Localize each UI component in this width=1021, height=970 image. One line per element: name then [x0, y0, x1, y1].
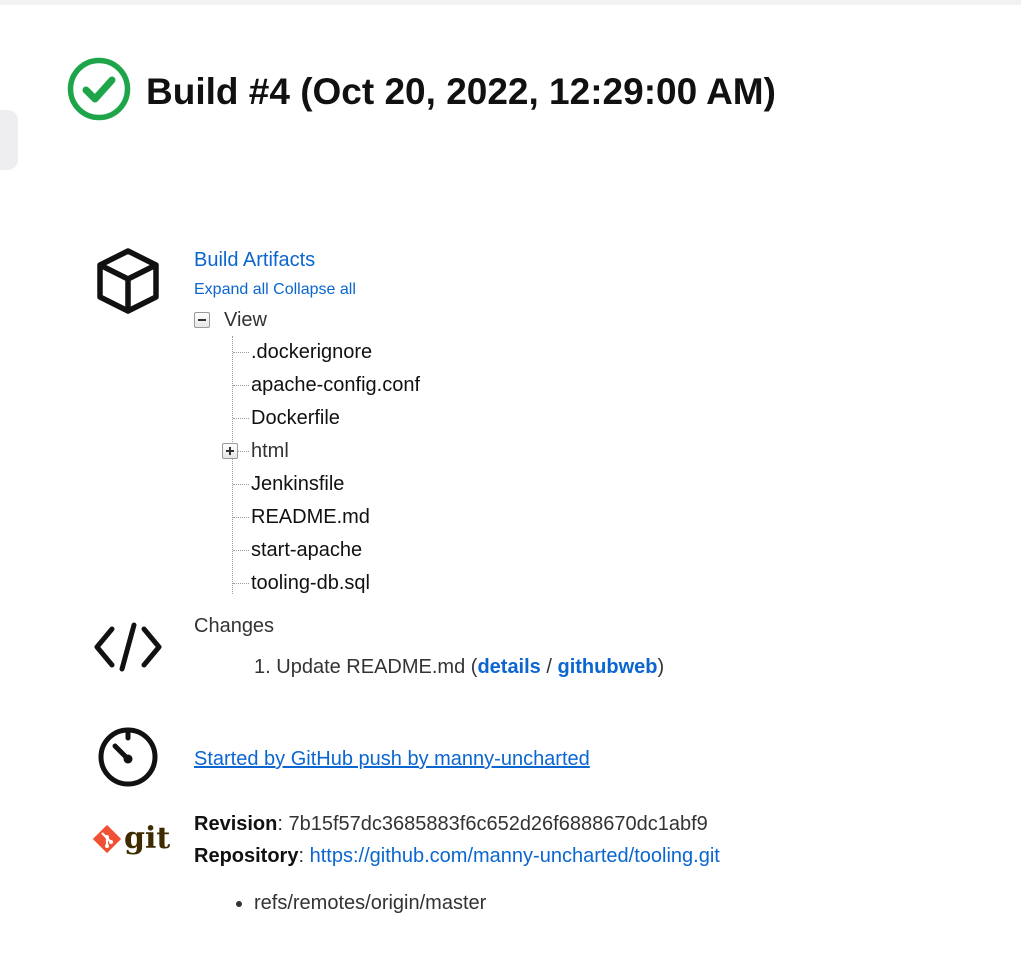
artifact-tree: View .dockerignore apache-config.conf Do…	[194, 304, 420, 594]
page-title: Build #4 (Oct 20, 2022, 12:29:00 AM)	[146, 70, 776, 112]
change-entry: 1. Update README.md (details / githubweb…	[254, 656, 665, 678]
artifact-item[interactable]: tooling-db.sql	[233, 567, 420, 600]
artifact-item[interactable]: start-apache	[233, 534, 420, 567]
artifact-name[interactable]: README.md	[251, 506, 370, 528]
git-logo: git	[92, 824, 170, 854]
cause-body: Started by GitHub push by manny-uncharte…	[194, 748, 590, 771]
revision-hash: 7b15f57dc3685883f6c652d26f6888670dc1abf9	[288, 813, 708, 835]
artifact-name[interactable]: tooling-db.sql	[251, 572, 370, 594]
tree-children: .dockerignore apache-config.conf Dockerf…	[222, 336, 420, 594]
details-link[interactable]: details	[477, 656, 540, 678]
folder-name[interactable]: html	[251, 440, 289, 462]
git-details: Revision: 7b15f57dc3685883f6c652d26f6888…	[194, 808, 720, 872]
tree-root: View	[194, 304, 420, 336]
package-cube-icon	[90, 246, 166, 321]
timer-icon	[95, 724, 161, 795]
top-bar	[0, 0, 1021, 5]
expand-all-link[interactable]: Expand all	[194, 281, 269, 298]
build-header: Build #4 (Oct 20, 2022, 12:29:00 AM)	[66, 56, 776, 127]
artifact-item[interactable]: apache-config.conf	[233, 369, 420, 402]
git-body: Revision: 7b15f57dc3685883f6c652d26f6888…	[194, 808, 720, 915]
collapse-toggle-icon[interactable]	[194, 312, 210, 328]
artifact-name[interactable]: Dockerfile	[251, 407, 340, 429]
repository-link[interactable]: https://github.com/manny-uncharted/tooli…	[310, 845, 720, 867]
tree-root-label[interactable]: View	[224, 309, 267, 332]
changes-list: 1. Update README.md (details / githubweb…	[194, 656, 664, 679]
success-check-icon	[66, 56, 132, 127]
artifact-item[interactable]: .dockerignore	[233, 336, 420, 369]
expand-toggle-icon[interactable]	[222, 443, 238, 459]
collapse-all-link[interactable]: Collapse all	[273, 281, 356, 298]
artifact-folder[interactable]: html	[222, 435, 420, 468]
code-icon	[92, 622, 164, 677]
artifact-name[interactable]: .dockerignore	[251, 341, 372, 363]
artifact-name[interactable]: start-apache	[251, 539, 362, 561]
changes-body: Changes 1. Update README.md (details / g…	[194, 612, 664, 679]
revision-label: Revision	[194, 813, 278, 835]
artifact-name[interactable]: Jenkinsfile	[251, 473, 344, 495]
artifacts-body: Build Artifacts Expand all Collapse all …	[194, 246, 420, 594]
revision-row: Revision: 7b15f57dc3685883f6c652d26f6888…	[194, 813, 708, 835]
git-logo-text: git	[124, 821, 171, 856]
ref-item: refs/remotes/origin/master	[254, 892, 720, 915]
change-message: Update README.md	[276, 656, 466, 678]
artifact-item[interactable]: README.md	[233, 501, 420, 534]
changes-title: Changes	[194, 615, 275, 637]
artifact-name[interactable]: apache-config.conf	[251, 374, 420, 396]
githubweb-link[interactable]: githubweb	[557, 656, 657, 678]
side-panel-toggle[interactable]	[0, 110, 18, 170]
link-separator: /	[546, 656, 552, 678]
repository-row: Repository: https://github.com/manny-unc…	[194, 845, 720, 867]
repository-label: Repository	[194, 845, 299, 867]
started-by-link[interactable]: Started by GitHub push by manny-uncharte…	[194, 748, 590, 770]
artifact-item[interactable]: Jenkinsfile	[233, 468, 420, 501]
build-artifacts-link[interactable]: Build Artifacts	[194, 246, 420, 274]
artifact-item[interactable]: Dockerfile	[233, 402, 420, 435]
refs-list: refs/remotes/origin/master	[194, 892, 720, 915]
tree-controls: Expand all Collapse all	[194, 280, 420, 300]
change-number: 1.	[254, 656, 271, 678]
